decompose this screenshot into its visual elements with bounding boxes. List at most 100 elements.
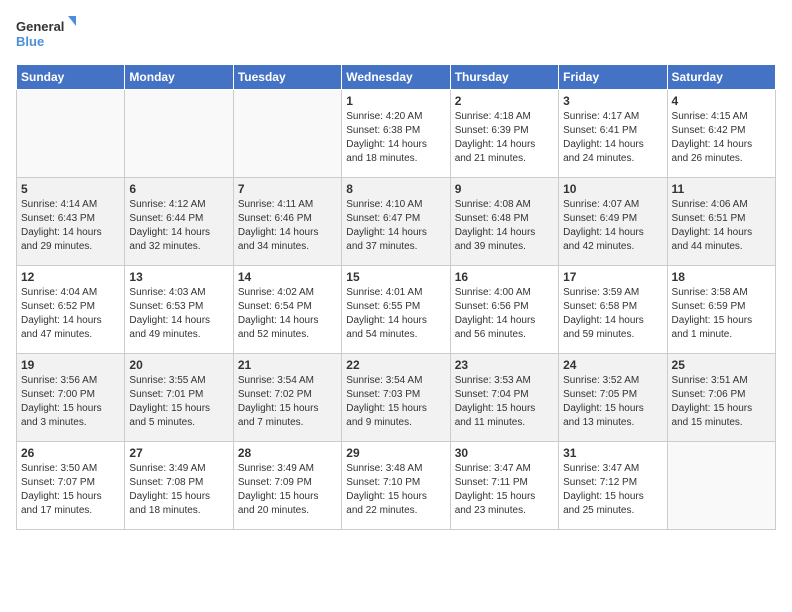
header-day-wednesday: Wednesday (342, 65, 450, 90)
day-info: Sunrise: 4:01 AMSunset: 6:55 PMDaylight:… (346, 286, 445, 342)
day-number: 16 (455, 270, 554, 284)
week-row-1: 1 Sunrise: 4:20 AMSunset: 6:38 PMDaylight… (17, 90, 776, 178)
day-number: 21 (238, 358, 337, 372)
day-info: Sunrise: 4:17 AMSunset: 6:41 PMDaylight:… (563, 110, 662, 166)
calendar-cell: 25 Sunrise: 3:51 AMSunset: 7:06 PMDayligh… (667, 354, 775, 442)
calendar-cell: 10 Sunrise: 4:07 AMSunset: 6:49 PMDayligh… (559, 178, 667, 266)
calendar-cell: 14 Sunrise: 4:02 AMSunset: 6:54 PMDayligh… (233, 266, 341, 354)
day-number: 27 (129, 446, 228, 460)
calendar-cell: 23 Sunrise: 3:53 AMSunset: 7:04 PMDayligh… (450, 354, 558, 442)
header-day-thursday: Thursday (450, 65, 558, 90)
day-info: Sunrise: 4:00 AMSunset: 6:56 PMDaylight:… (455, 286, 554, 342)
calendar-header: SundayMondayTuesdayWednesdayThursdayFrid… (17, 65, 776, 90)
calendar-cell: 7 Sunrise: 4:11 AMSunset: 6:46 PMDaylight… (233, 178, 341, 266)
day-number: 28 (238, 446, 337, 460)
day-info: Sunrise: 3:48 AMSunset: 7:10 PMDaylight:… (346, 462, 445, 518)
calendar-cell: 9 Sunrise: 4:08 AMSunset: 6:48 PMDaylight… (450, 178, 558, 266)
logo-icon: General Blue (16, 16, 76, 52)
header-day-friday: Friday (559, 65, 667, 90)
header-row: SundayMondayTuesdayWednesdayThursdayFrid… (17, 65, 776, 90)
calendar-cell: 3 Sunrise: 4:17 AMSunset: 6:41 PMDaylight… (559, 90, 667, 178)
week-row-2: 5 Sunrise: 4:14 AMSunset: 6:43 PMDaylight… (17, 178, 776, 266)
day-info: Sunrise: 4:11 AMSunset: 6:46 PMDaylight:… (238, 198, 337, 254)
calendar-cell: 18Sunrise: 3:58 AMSunset: 6:59 PMDayligh… (667, 266, 775, 354)
calendar-cell (233, 90, 341, 178)
day-number: 13 (129, 270, 228, 284)
day-number: 9 (455, 182, 554, 196)
day-info: Sunrise: 3:58 AMSunset: 6:59 PMDaylight:… (672, 286, 771, 342)
day-info: Sunrise: 4:02 AMSunset: 6:54 PMDaylight:… (238, 286, 337, 342)
day-number: 19 (21, 358, 120, 372)
day-info: Sunrise: 3:59 AMSunset: 6:58 PMDaylight:… (563, 286, 662, 342)
day-number: 30 (455, 446, 554, 460)
day-number: 1 (346, 94, 445, 108)
day-number: 3 (563, 94, 662, 108)
day-info: Sunrise: 4:14 AMSunset: 6:43 PMDaylight:… (21, 198, 120, 254)
svg-text:General: General (16, 19, 64, 34)
day-number: 14 (238, 270, 337, 284)
svg-text:Blue: Blue (16, 34, 44, 49)
day-info: Sunrise: 4:07 AMSunset: 6:49 PMDaylight:… (563, 198, 662, 254)
day-number: 2 (455, 94, 554, 108)
calendar-cell: 2 Sunrise: 4:18 AMSunset: 6:39 PMDaylight… (450, 90, 558, 178)
day-info: Sunrise: 4:08 AMSunset: 6:48 PMDaylight:… (455, 198, 554, 254)
day-number: 23 (455, 358, 554, 372)
logo: General Blue (16, 16, 76, 52)
day-info: Sunrise: 3:47 AMSunset: 7:12 PMDaylight:… (563, 462, 662, 518)
calendar-cell: 15 Sunrise: 4:01 AMSunset: 6:55 PMDayligh… (342, 266, 450, 354)
day-number: 4 (672, 94, 771, 108)
calendar-cell (17, 90, 125, 178)
header-day-sunday: Sunday (17, 65, 125, 90)
calendar-cell: 12 Sunrise: 4:04 AMSunset: 6:52 PMDayligh… (17, 266, 125, 354)
day-info: Sunrise: 3:54 AMSunset: 7:03 PMDaylight:… (346, 374, 445, 430)
day-number: 12 (21, 270, 120, 284)
day-info: Sunrise: 3:47 AMSunset: 7:11 PMDaylight:… (455, 462, 554, 518)
week-row-4: 19 Sunrise: 3:56 AMSunset: 7:00 PMDayligh… (17, 354, 776, 442)
day-number: 26 (21, 446, 120, 460)
day-number: 10 (563, 182, 662, 196)
week-row-3: 12 Sunrise: 4:04 AMSunset: 6:52 PMDayligh… (17, 266, 776, 354)
day-number: 5 (21, 182, 120, 196)
week-row-5: 26 Sunrise: 3:50 AMSunset: 7:07 PMDayligh… (17, 442, 776, 530)
calendar-cell: 1 Sunrise: 4:20 AMSunset: 6:38 PMDaylight… (342, 90, 450, 178)
calendar-cell: 24Sunrise: 3:52 AMSunset: 7:05 PMDayligh… (559, 354, 667, 442)
calendar-cell: 28Sunrise: 3:49 AMSunset: 7:09 PMDayligh… (233, 442, 341, 530)
calendar-cell: 31Sunrise: 3:47 AMSunset: 7:12 PMDayligh… (559, 442, 667, 530)
calendar-cell: 5 Sunrise: 4:14 AMSunset: 6:43 PMDaylight… (17, 178, 125, 266)
day-info: Sunrise: 4:20 AMSunset: 6:38 PMDaylight:… (346, 110, 445, 166)
day-info: Sunrise: 4:15 AMSunset: 6:42 PMDaylight:… (672, 110, 771, 166)
day-info: Sunrise: 3:54 AMSunset: 7:02 PMDaylight:… (238, 374, 337, 430)
day-info: Sunrise: 4:03 AMSunset: 6:53 PMDaylight:… (129, 286, 228, 342)
day-number: 7 (238, 182, 337, 196)
calendar-cell: 22Sunrise: 3:54 AMSunset: 7:03 PMDayligh… (342, 354, 450, 442)
day-info: Sunrise: 4:18 AMSunset: 6:39 PMDaylight:… (455, 110, 554, 166)
day-number: 11 (672, 182, 771, 196)
day-number: 15 (346, 270, 445, 284)
day-info: Sunrise: 3:56 AMSunset: 7:00 PMDaylight:… (21, 374, 120, 430)
header-day-saturday: Saturday (667, 65, 775, 90)
day-info: Sunrise: 3:50 AMSunset: 7:07 PMDaylight:… (21, 462, 120, 518)
day-info: Sunrise: 3:53 AMSunset: 7:04 PMDaylight:… (455, 374, 554, 430)
calendar-cell: 17Sunrise: 3:59 AMSunset: 6:58 PMDayligh… (559, 266, 667, 354)
calendar-cell: 29 Sunrise: 3:48 AMSunset: 7:10 PMDayligh… (342, 442, 450, 530)
calendar-cell (125, 90, 233, 178)
day-info: Sunrise: 3:52 AMSunset: 7:05 PMDaylight:… (563, 374, 662, 430)
calendar-body: 1 Sunrise: 4:20 AMSunset: 6:38 PMDaylight… (17, 90, 776, 530)
day-number: 6 (129, 182, 228, 196)
calendar-cell: 4 Sunrise: 4:15 AMSunset: 6:42 PMDaylight… (667, 90, 775, 178)
calendar-cell: 8Sunrise: 4:10 AMSunset: 6:47 PMDaylight… (342, 178, 450, 266)
day-number: 25 (672, 358, 771, 372)
calendar-cell: 11Sunrise: 4:06 AMSunset: 6:51 PMDayligh… (667, 178, 775, 266)
calendar-cell: 21 Sunrise: 3:54 AMSunset: 7:02 PMDayligh… (233, 354, 341, 442)
calendar-cell: 26 Sunrise: 3:50 AMSunset: 7:07 PMDayligh… (17, 442, 125, 530)
calendar-cell: 16 Sunrise: 4:00 AMSunset: 6:56 PMDayligh… (450, 266, 558, 354)
day-info: Sunrise: 4:04 AMSunset: 6:52 PMDaylight:… (21, 286, 120, 342)
day-number: 20 (129, 358, 228, 372)
day-info: Sunrise: 3:49 AMSunset: 7:08 PMDaylight:… (129, 462, 228, 518)
day-number: 29 (346, 446, 445, 460)
day-info: Sunrise: 3:55 AMSunset: 7:01 PMDaylight:… (129, 374, 228, 430)
header-day-monday: Monday (125, 65, 233, 90)
day-number: 8 (346, 182, 445, 196)
day-info: Sunrise: 3:51 AMSunset: 7:06 PMDaylight:… (672, 374, 771, 430)
page-header: General Blue (16, 16, 776, 52)
